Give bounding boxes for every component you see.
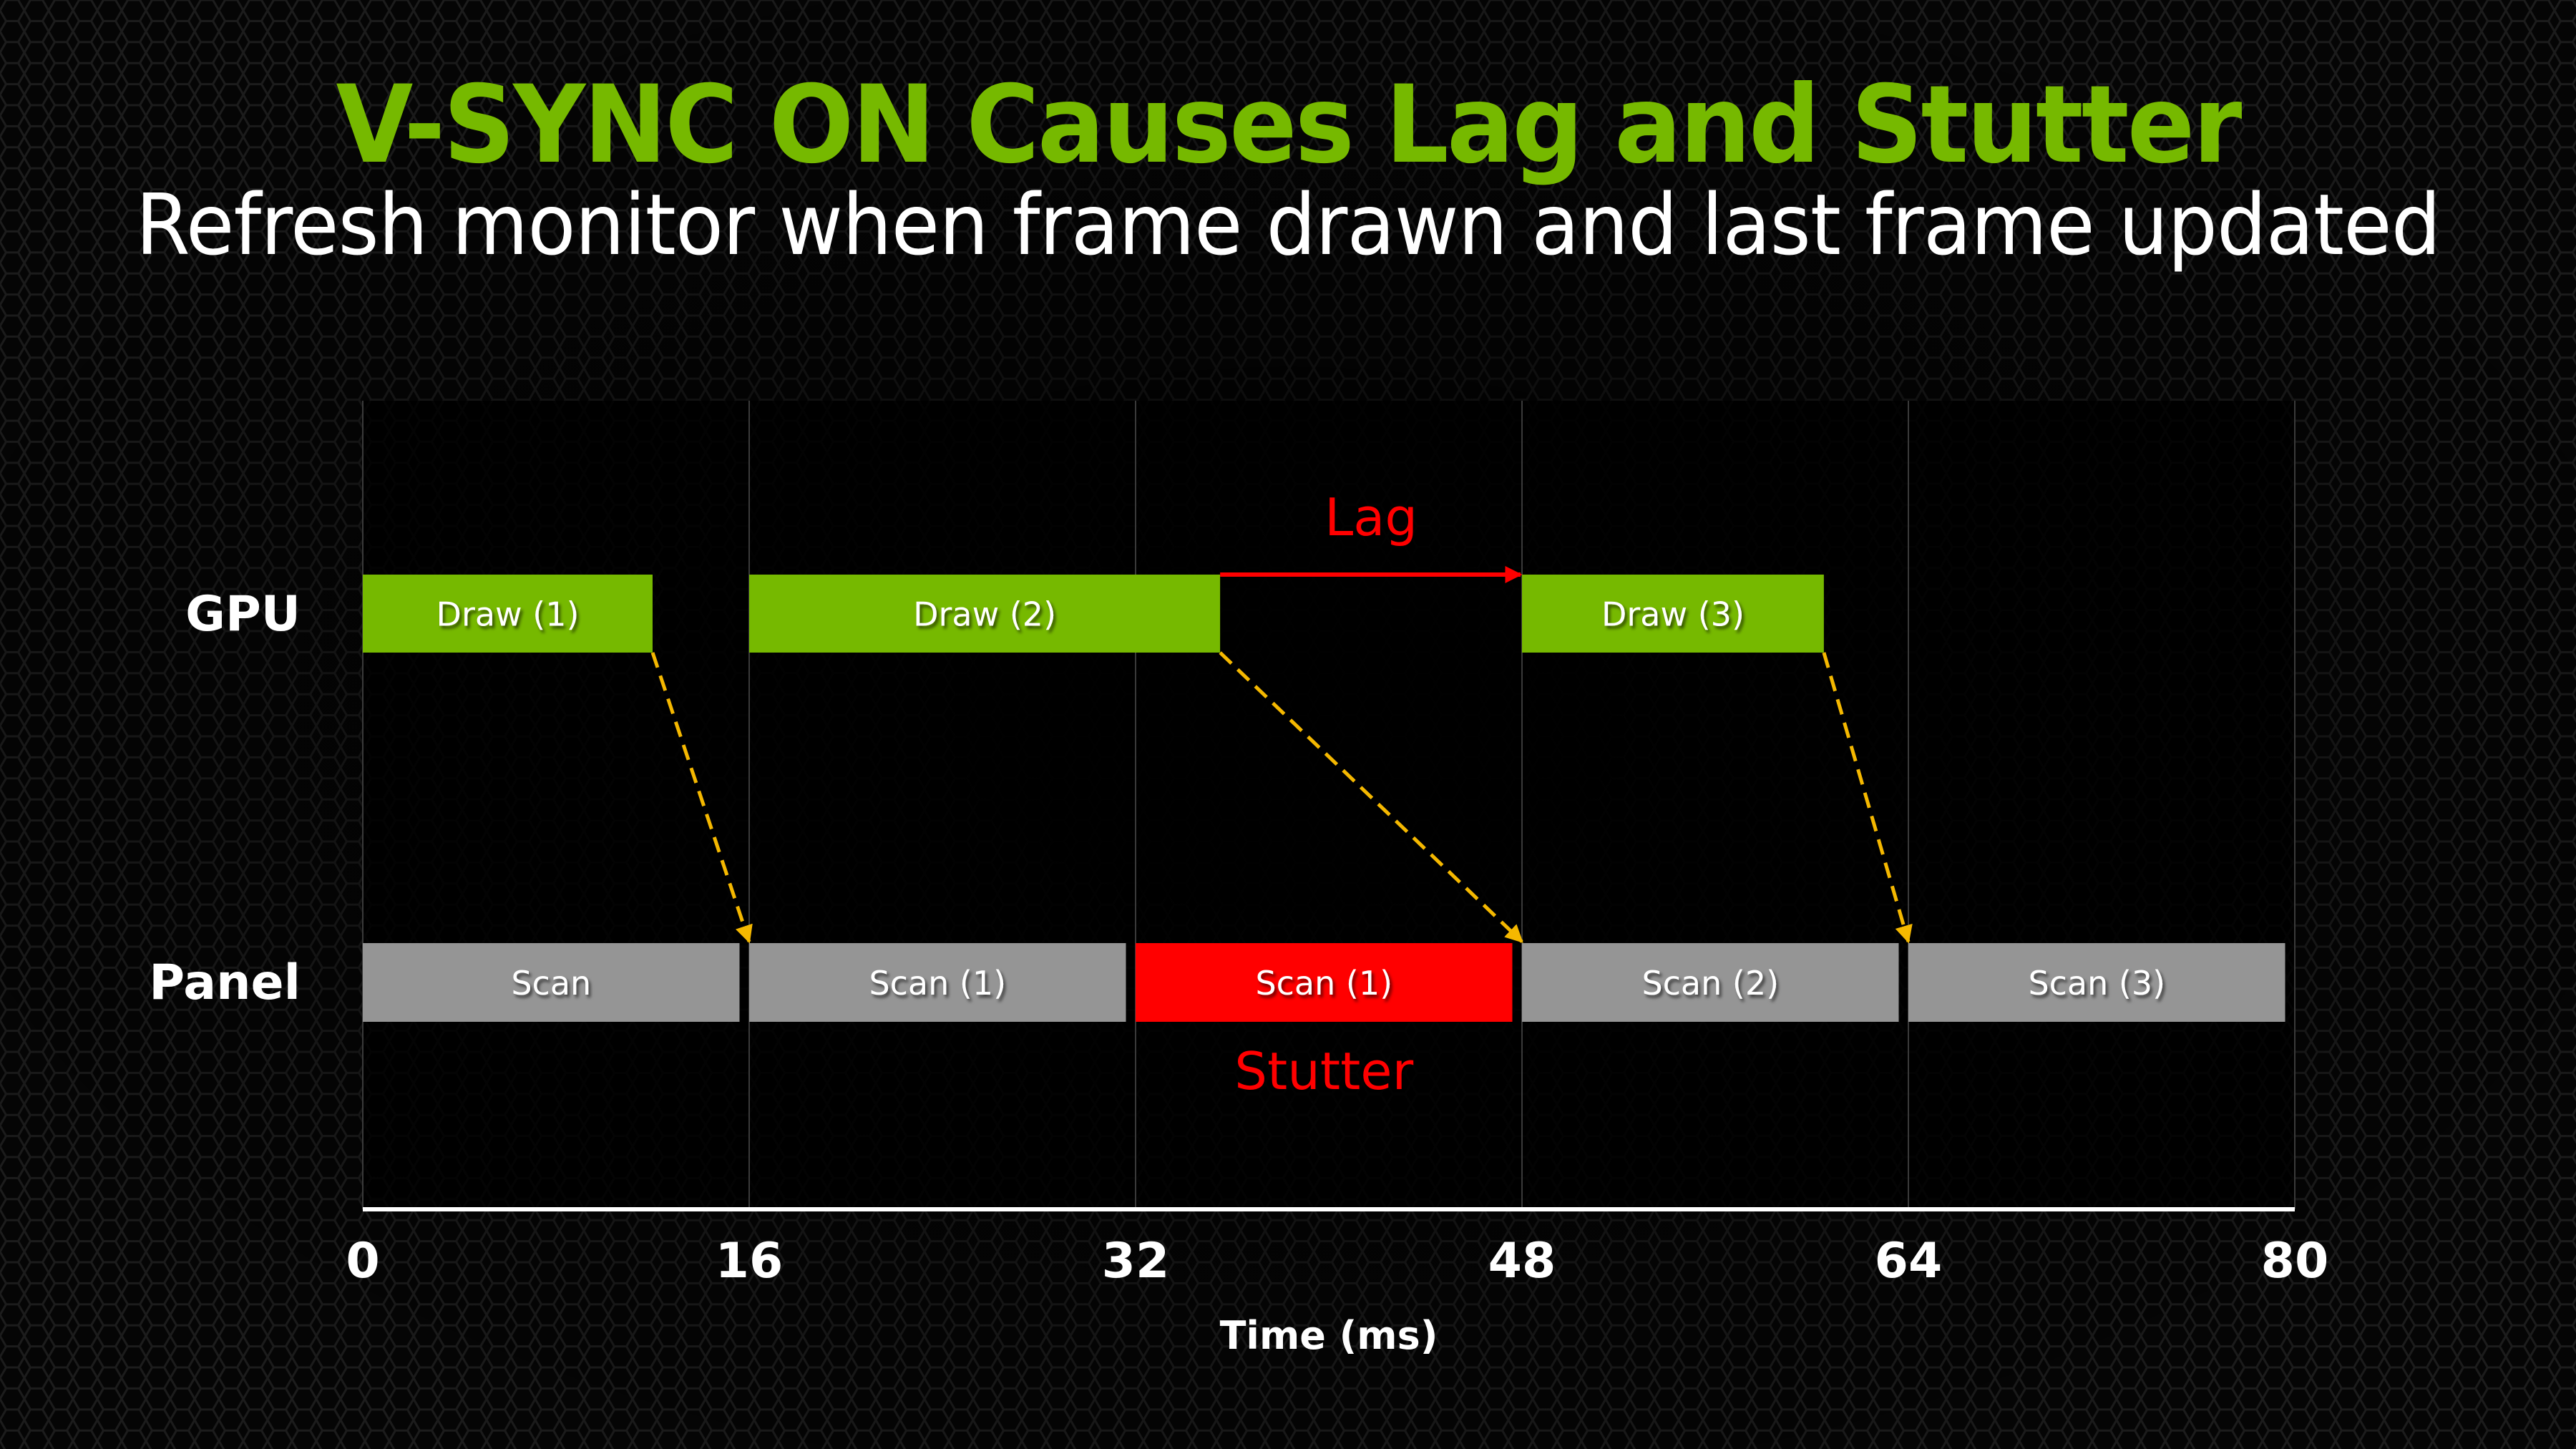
x-tick-label: 32 bbox=[1102, 1233, 1170, 1289]
x-tick-label: 80 bbox=[2261, 1233, 2329, 1289]
x-tick-label: 48 bbox=[1488, 1233, 1556, 1289]
panel-scan-bar-label: Scan (1) bbox=[869, 964, 1006, 1002]
row-label-panel: Panel bbox=[149, 955, 301, 1011]
row-label-gpu: GPU bbox=[185, 586, 301, 643]
panel-scan-bar-label: Scan bbox=[511, 964, 591, 1002]
x-axis-ticks: 0 16 32 48 64 80 bbox=[346, 1233, 2328, 1289]
x-axis-title: Time (ms) bbox=[1220, 1313, 1438, 1358]
lag-label: Lag bbox=[1324, 487, 1418, 547]
gpu-draw-bar-label: Draw (3) bbox=[1601, 595, 1745, 634]
x-tick-label: 64 bbox=[1875, 1233, 1943, 1289]
gpu-draw-bar-label: Draw (1) bbox=[436, 595, 580, 634]
gpu-draw-bar-label: Draw (2) bbox=[913, 595, 1056, 634]
x-tick-label: 0 bbox=[346, 1233, 379, 1289]
x-tick-label: 16 bbox=[716, 1233, 784, 1289]
stutter-label: Stutter bbox=[1234, 1041, 1413, 1101]
panel-scan-bar-stutter-label: Scan (1) bbox=[1255, 964, 1392, 1002]
panel-scan-bar-label: Scan (2) bbox=[1641, 964, 1779, 1002]
panel-scan-bar-label: Scan (3) bbox=[2028, 964, 2165, 1002]
vsync-timeline-diagram: Draw (1) Draw (2) Draw (3) Scan Scan (1) Scan… bbox=[149, 401, 2328, 1358]
